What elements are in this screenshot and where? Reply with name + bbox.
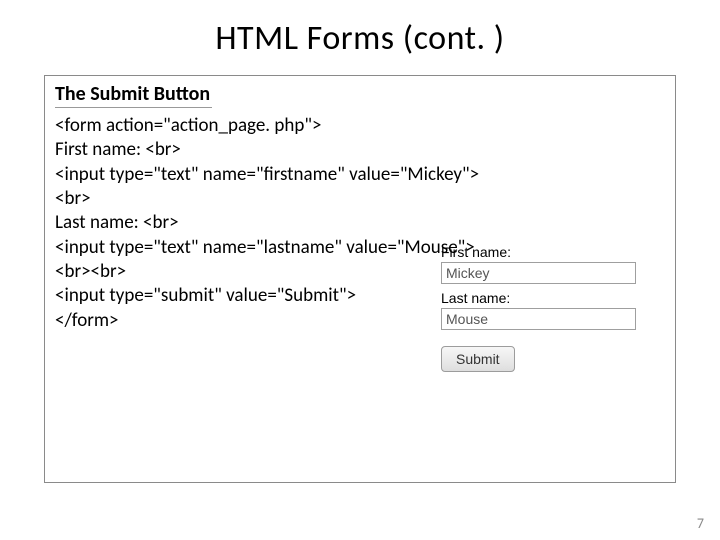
subheading: The Submit Button (55, 82, 212, 108)
page-title: HTML Forms (cont. ) (44, 18, 676, 59)
code-line: <input type="submit" value="Submit"> (55, 284, 356, 307)
firstname-label: First name: (441, 244, 641, 260)
code-line: <input type="text" name="firstname" valu… (55, 163, 479, 186)
code-line: <input type="text" name="lastname" value… (55, 236, 475, 259)
submit-button[interactable]: Submit (441, 346, 515, 372)
code-line: <br> (55, 187, 91, 210)
page-number: 7 (697, 515, 704, 532)
code-line: First name: <br> (55, 138, 181, 161)
code-line: </form> (55, 309, 119, 332)
firstname-input[interactable] (441, 262, 636, 284)
code-line: <form action="action_page. php"> (55, 114, 321, 137)
lastname-label: Last name: (441, 290, 641, 306)
content-box: The Submit Button <form action="action_p… (44, 75, 676, 483)
code-line: Last name: <br> (55, 211, 179, 234)
lastname-input[interactable] (441, 308, 636, 330)
slide: HTML Forms (cont. ) The Submit Button <f… (0, 0, 720, 540)
code-line: <br><br> (55, 260, 126, 283)
rendered-form: First name: Last name: Submit (441, 244, 641, 372)
